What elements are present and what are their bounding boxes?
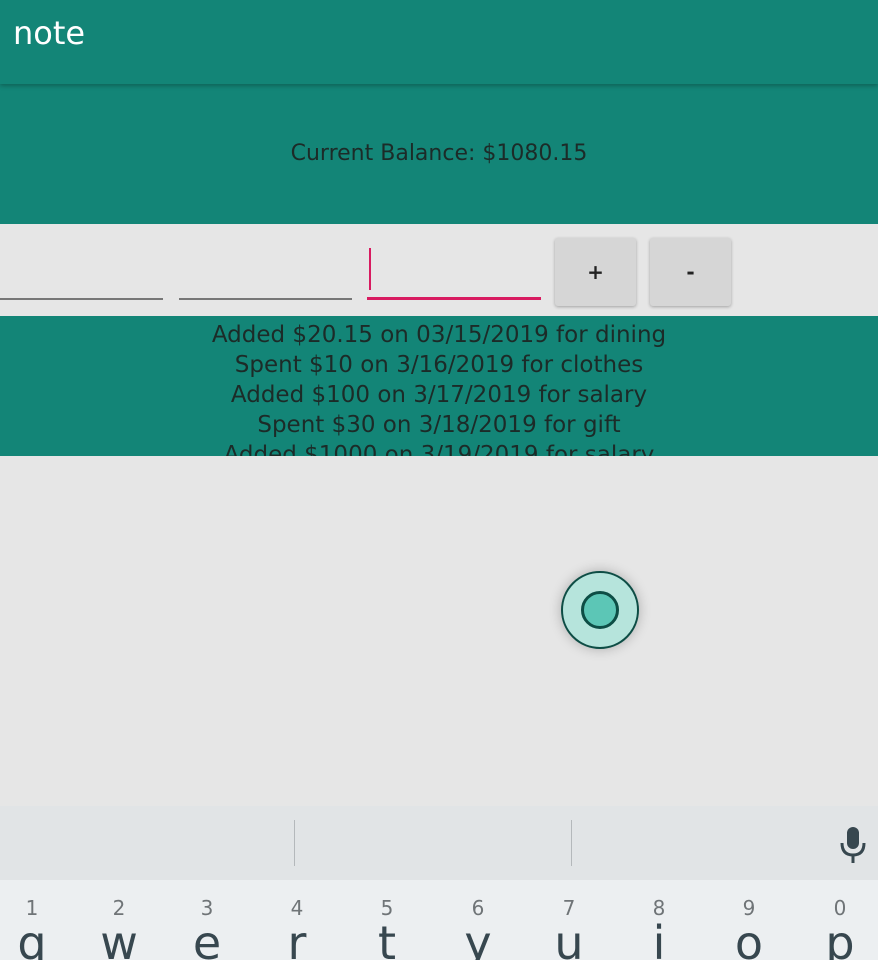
app-title: note [13,14,86,52]
suggestion-divider [294,820,295,866]
amount-field-1[interactable] [0,246,163,300]
transaction-item: Spent $30 on 3/18/2019 for gift [257,412,621,438]
microphone-icon[interactable] [838,825,868,865]
transaction-item: Added $1000 on 3/19/2019 for salary [223,442,655,456]
balance-panel: Current Balance: $1080.15 [0,84,878,224]
touch-indicator-center [581,591,619,629]
input-row: + - [0,224,878,316]
text-cursor [369,248,371,290]
key-q[interactable]: 1q [0,880,76,960]
key-letter: w [100,916,138,960]
key-letter: u [554,916,584,960]
transaction-list: Added $20.15 on 03/15/2019 for dining Spe… [0,320,878,456]
key-e[interactable]: 3e [163,880,251,960]
key-letter: y [464,916,492,960]
key-letter: q [17,916,47,960]
key-o[interactable]: 9o [705,880,793,960]
suggestion-divider [571,820,572,866]
key-w[interactable]: 2w [75,880,163,960]
key-p[interactable]: 0p [796,880,878,960]
amount-field-3-focused[interactable] [367,246,541,300]
transaction-item: Added $100 on 3/17/2019 for salary [230,382,648,408]
subtract-button[interactable]: - [650,238,731,306]
soft-keyboard: 1q2w3e4r5t6y7u8i9o0p [0,806,878,960]
key-letter: o [734,916,764,960]
key-letter: e [192,916,222,960]
key-letter: i [652,916,666,960]
amount-field-2[interactable] [179,246,352,300]
transaction-item: Spent $10 on 3/16/2019 for clothes [234,352,644,378]
touch-indicator [561,571,639,649]
suggestion-strip [0,806,878,880]
current-balance-text: Current Balance: $1080.15 [290,141,588,166]
key-letter: t [377,916,397,960]
key-r[interactable]: 4r [253,880,341,960]
app-screen: note Current Balance: $1080.15 + - Added… [0,0,878,960]
key-letter: p [825,916,855,960]
app-bar: note [0,0,878,84]
key-letter: r [287,916,307,960]
key-y[interactable]: 6y [434,880,522,960]
transaction-history-panel[interactable]: Added $20.15 on 03/15/2019 for dining Spe… [0,316,878,456]
transaction-item: Added $20.15 on 03/15/2019 for dining [211,322,667,348]
key-i[interactable]: 8i [615,880,703,960]
key-u[interactable]: 7u [525,880,613,960]
key-t[interactable]: 5t [343,880,431,960]
add-button[interactable]: + [555,238,636,306]
